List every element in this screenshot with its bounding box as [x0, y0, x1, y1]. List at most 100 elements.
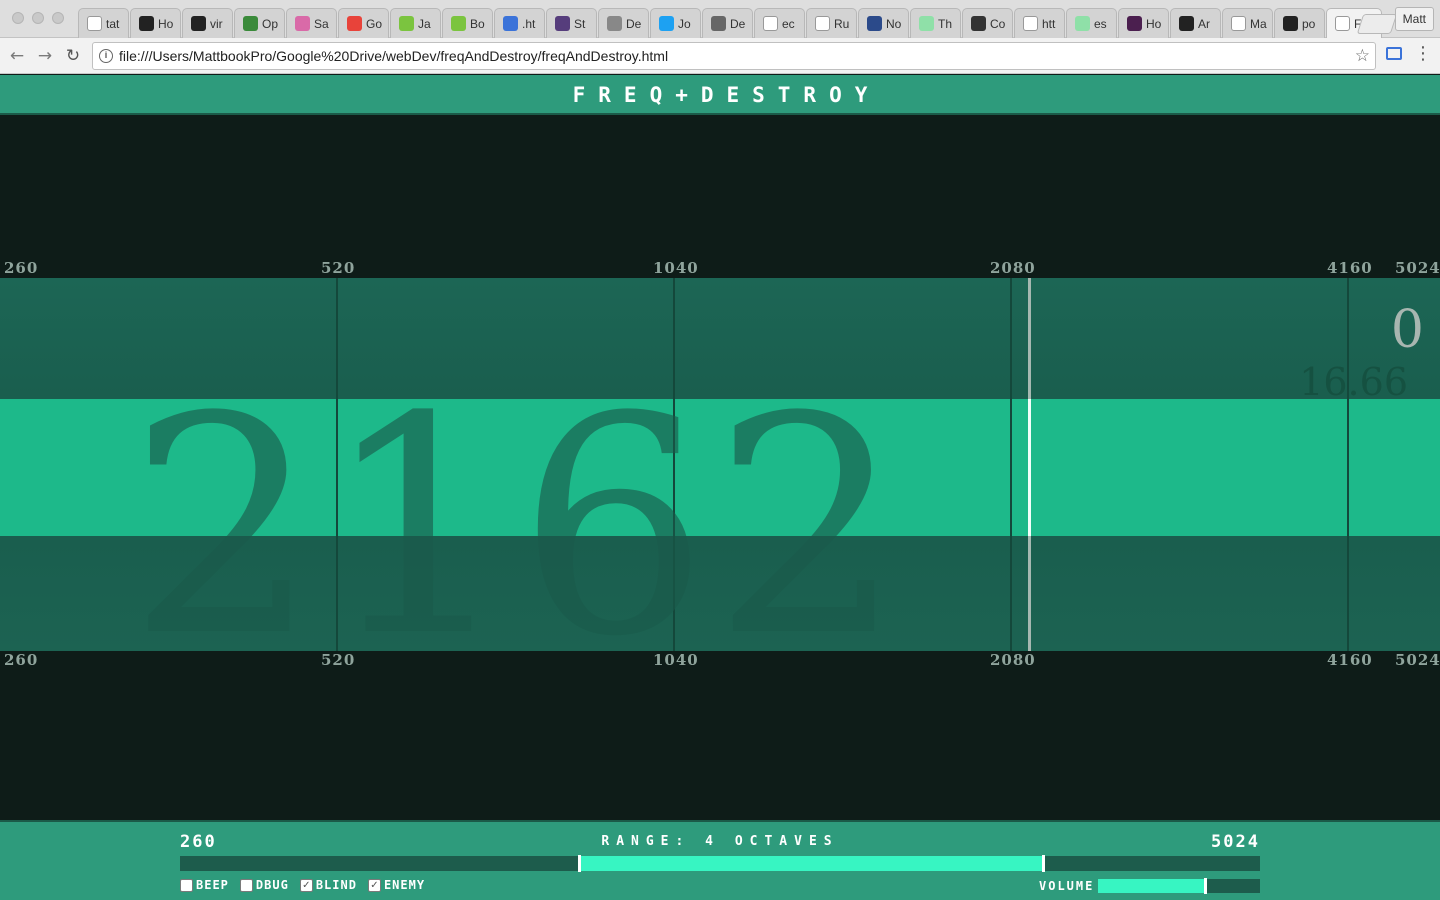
pattern-icon [295, 16, 310, 31]
top-axis-label-5024: 5024 [1395, 259, 1440, 277]
browser-tab-label: Sa [314, 16, 329, 31]
beep-label: BEEP [196, 878, 229, 892]
controls-panel: 260 RANGE: 4 OCTAVES 5024 BEEP DBUG ✓ BLI… [0, 820, 1440, 900]
browser-tab[interactable]: Ho [130, 8, 181, 38]
range-end-handle[interactable] [1042, 855, 1045, 872]
game-canvas[interactable]: 260 520 1040 2080 4160 5024 2162 0 16.66… [0, 116, 1440, 820]
browser-tab[interactable]: es [1066, 8, 1117, 38]
browser-tab[interactable]: De [702, 8, 753, 38]
pattern-icon [919, 16, 934, 31]
enemy-checkbox-box[interactable]: ✓ [367, 878, 381, 892]
browser-tab[interactable]: De [598, 8, 649, 38]
browser-tab[interactable]: Sa [286, 8, 337, 38]
browser-tab[interactable]: .ht [494, 8, 545, 38]
browser-tab[interactable]: vir [182, 8, 233, 38]
browser-tab-label: Ho [158, 16, 174, 31]
menu-icon[interactable]: ⋮ [1414, 43, 1432, 64]
browser-tab[interactable]: Ma [1222, 8, 1273, 38]
bottom-axis-label-520: 520 [321, 651, 356, 669]
bookmark-star-icon[interactable]: ☆ [1355, 46, 1370, 66]
browser-tab[interactable]: Bo [442, 8, 493, 38]
range-slider[interactable] [180, 855, 1260, 872]
dbug-checkbox[interactable]: DBUG [239, 878, 289, 892]
browser-tab-label: St [574, 16, 586, 31]
bottom-axis-label-2080: 2080 [990, 651, 1036, 669]
browser-tab[interactable]: St [546, 8, 597, 38]
info-icon[interactable]: i [99, 49, 113, 63]
current-frequency-readout: 2162 [128, 353, 908, 702]
browser-tab[interactable]: Ar [1170, 8, 1221, 38]
range-slider-fill [578, 856, 1044, 871]
document-icon [87, 16, 102, 31]
game-title: FREQ+DESTROY [572, 83, 881, 107]
game-header: FREQ+DESTROY [0, 75, 1440, 115]
browser-tab[interactable]: po [1274, 8, 1325, 38]
close-window-icon[interactable] [12, 12, 24, 24]
browser-tab[interactable]: Go [338, 8, 389, 38]
forward-arrow-icon[interactable]: → [34, 45, 56, 67]
timer: 16.66 [1299, 360, 1408, 404]
green-icon [399, 16, 414, 31]
maximize-window-icon[interactable] [52, 12, 64, 24]
volume-handle[interactable] [1203, 878, 1207, 894]
wave-icon [503, 16, 518, 31]
browser-tab[interactable]: Op [234, 8, 285, 38]
gridline-4160 [1347, 278, 1349, 651]
new-tab-button[interactable] [1356, 14, 1398, 34]
red-circle-icon [347, 16, 362, 31]
browser-tab-label: Co [990, 16, 1006, 31]
profile-button[interactable]: Matt [1394, 7, 1434, 31]
top-axis-label-1040: 1040 [653, 259, 699, 277]
browser-tab[interactable]: htt [1014, 8, 1065, 38]
top-axis-label-2080: 2080 [990, 259, 1036, 277]
url-text[interactable]: file:///Users/MattbookPro/Google%20Drive… [119, 48, 668, 64]
browser-tab-label: Ru [834, 16, 850, 31]
back-arrow-icon[interactable]: ← [6, 45, 28, 67]
frequency-cursor [1028, 278, 1031, 651]
browser-tab[interactable]: Co [962, 8, 1013, 38]
beep-checkbox-box[interactable] [180, 878, 193, 892]
gridline-2080 [1010, 278, 1012, 651]
browser-tab-label: htt [1042, 16, 1056, 31]
browser-tab-label: Th [938, 16, 953, 31]
browser-tab[interactable]: ec [754, 8, 805, 38]
pattern-icon [711, 16, 726, 31]
document-icon [763, 16, 778, 31]
blind-checkbox-box[interactable]: ✓ [299, 878, 313, 892]
github-icon [191, 16, 206, 31]
minimize-window-icon[interactable] [32, 12, 44, 24]
address-bar[interactable]: i file:///Users/MattbookPro/Google%20Dri… [92, 42, 1376, 70]
reload-icon[interactable]: ↻ [62, 45, 84, 67]
beep-checkbox[interactable]: BEEP [180, 878, 229, 892]
top-axis-label-520: 520 [321, 259, 356, 277]
frequency-field[interactable]: 2162 0 16.66 [0, 278, 1440, 678]
browser-tab-label: ec [782, 16, 795, 31]
bottom-axis-label-4160: 4160 [1327, 651, 1373, 669]
browser-tab[interactable]: No [858, 8, 909, 38]
volume-label: VOLUME [1039, 879, 1095, 893]
browser-tab-label: Ja [418, 16, 431, 31]
browser-tab[interactable]: tat [78, 8, 129, 38]
browser-tabstrip: tat Ho vir Op Sa Go Ja Bo .ht St De Jo De ec Ru No Th Co h… [0, 0, 1440, 38]
dbug-label: DBUG [255, 878, 289, 892]
dbug-checkbox-box[interactable] [239, 878, 253, 892]
github-icon [1179, 16, 1194, 31]
top-axis-label-4160: 4160 [1327, 259, 1373, 277]
bottom-axis-label-260: 260 [4, 651, 39, 669]
browser-tab-label: Op [262, 16, 279, 31]
blind-checkbox[interactable]: ✓ BLIND [299, 878, 357, 892]
browser-tab-label: Jo [678, 16, 691, 31]
browser-tab[interactable]: Th [910, 8, 961, 38]
browser-tab-label: No [886, 16, 902, 31]
cast-icon[interactable] [1386, 47, 1402, 60]
range-start-handle[interactable] [577, 855, 581, 872]
browser-tab[interactable]: Ru [806, 8, 857, 38]
browser-tab[interactable]: Ho [1118, 8, 1169, 38]
browser-tab[interactable]: Ja [390, 8, 441, 38]
avatar-icon [971, 16, 986, 31]
enemy-checkbox[interactable]: ✓ ENEMY [367, 878, 426, 892]
volume-slider[interactable] [1098, 878, 1260, 894]
browser-tab[interactable]: Jo [650, 8, 701, 38]
enemy-label: ENEMY [383, 878, 426, 892]
bootstrap-icon [555, 16, 570, 31]
